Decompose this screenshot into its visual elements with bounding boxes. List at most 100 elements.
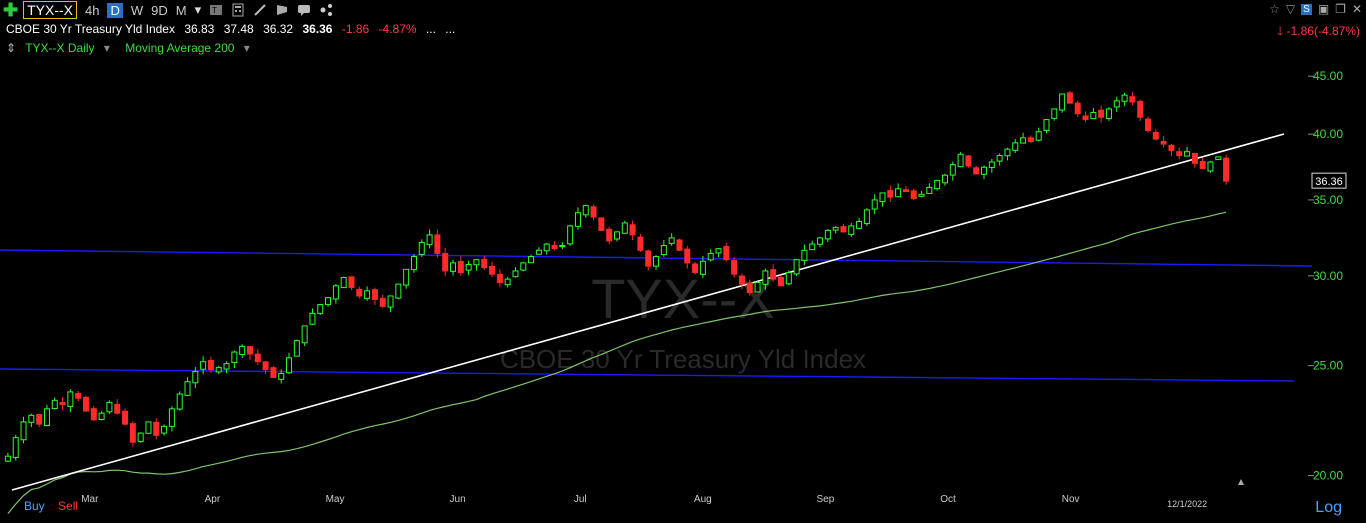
candle-body[interactable] [379,297,386,307]
candle-body[interactable] [98,412,105,420]
candle-body[interactable] [1020,137,1027,144]
candle-body[interactable] [653,256,660,267]
candle-body[interactable] [356,288,363,297]
candle-body[interactable] [1066,92,1073,104]
candle-body[interactable] [504,278,511,286]
candle-body[interactable] [567,225,574,245]
candle-body[interactable] [762,270,769,285]
candle-body[interactable] [668,237,675,244]
candle-body[interactable] [106,401,113,413]
candle-body[interactable] [910,190,917,200]
candle-body[interactable] [20,421,27,441]
candle-body[interactable] [1051,108,1058,119]
candle-body[interactable] [36,414,43,425]
candle-body[interactable] [403,268,410,286]
candle-body[interactable] [90,408,97,421]
candle-body[interactable] [1098,109,1105,118]
candle-body[interactable] [1090,111,1097,120]
candle-body[interactable] [161,425,168,434]
buy-button[interactable]: Buy [24,499,45,513]
candle-body[interactable] [145,421,152,434]
candle-body[interactable] [699,260,706,275]
candle-body[interactable] [301,325,308,344]
candle-body[interactable] [801,249,808,261]
candle-body[interactable] [715,248,722,254]
candle-body[interactable] [824,229,831,240]
candle-body[interactable] [559,245,566,248]
candle-body[interactable] [340,276,347,289]
candle-body[interactable] [410,256,417,271]
candle-body[interactable] [856,220,863,229]
candle-body[interactable] [286,357,293,374]
candle-body[interactable] [1215,156,1222,161]
candle-body[interactable] [1176,151,1183,157]
candle-body[interactable] [153,421,160,436]
candle-body[interactable] [481,258,488,269]
candle-body[interactable] [1129,96,1136,103]
candle-body[interactable] [364,290,371,299]
candle-body[interactable] [684,248,691,264]
candle-body[interactable] [1160,141,1167,145]
candle-body[interactable] [637,236,644,251]
candle-body[interactable] [192,371,199,384]
candle-body[interactable] [215,367,222,373]
candle-body[interactable] [4,455,11,462]
candle-body[interactable] [738,275,745,285]
candle-body[interactable] [1035,131,1042,141]
candle-body[interactable] [957,153,964,168]
sell-button[interactable]: Sell [58,499,78,513]
candle-body[interactable] [176,393,183,410]
candle-body[interactable] [207,360,214,371]
candle-body[interactable] [332,285,339,300]
candle-body[interactable] [43,408,50,426]
candle-body[interactable] [809,243,816,251]
log-scale-toggle[interactable]: Log [1315,499,1342,517]
candle-body[interactable] [1152,131,1159,140]
candle-body[interactable] [465,263,472,271]
candle-body[interactable] [918,193,925,197]
candle-body[interactable] [395,283,402,299]
candle-body[interactable] [278,373,285,380]
candle-body[interactable] [598,217,605,231]
candle-body[interactable] [535,249,542,255]
candle-body[interactable] [418,242,425,255]
candle-body[interactable] [934,180,941,190]
candle-body[interactable] [746,282,753,294]
candle-body[interactable] [1059,93,1066,111]
candle-body[interactable] [309,312,316,325]
candle-body[interactable] [512,270,519,278]
candle-body[interactable] [551,244,558,250]
candle-body[interactable] [1113,100,1120,108]
candle-body[interactable] [12,437,19,459]
candle-body[interactable] [614,231,620,240]
candle-body[interactable] [325,297,332,306]
candle-body[interactable] [793,259,800,275]
candle-body[interactable] [168,408,175,427]
candle-body[interactable] [293,340,300,357]
candle-body[interactable] [902,189,909,193]
candle-body[interactable] [1184,151,1191,157]
candle-body[interactable] [692,263,699,274]
candle-body[interactable] [137,432,144,442]
candle-body[interactable] [863,209,870,225]
candle-body[interactable] [387,295,394,308]
candle-body[interactable] [450,262,457,272]
candle-body[interactable] [1027,137,1034,143]
candle-body[interactable] [660,245,667,256]
candle-body[interactable] [926,186,933,194]
candle-body[interactable] [59,402,66,406]
candle-body[interactable] [606,228,613,242]
candle-body[interactable] [67,391,74,407]
candle-body[interactable] [1191,152,1198,164]
candle-body[interactable] [629,224,636,236]
candle-body[interactable] [442,253,449,272]
candle-body[interactable] [817,237,824,245]
candle-body[interactable] [184,381,191,396]
price-chart[interactable]: TYX--X CBOE 30 Yr Treasury Yld Index 20.… [0,0,1366,523]
candle-body[interactable] [1207,161,1214,172]
candle-body[interactable] [621,222,628,234]
candle-body[interactable] [426,234,433,245]
candle-body[interactable] [528,256,535,264]
candle-body[interactable] [1137,101,1144,118]
candle-body[interactable] [1223,157,1230,182]
